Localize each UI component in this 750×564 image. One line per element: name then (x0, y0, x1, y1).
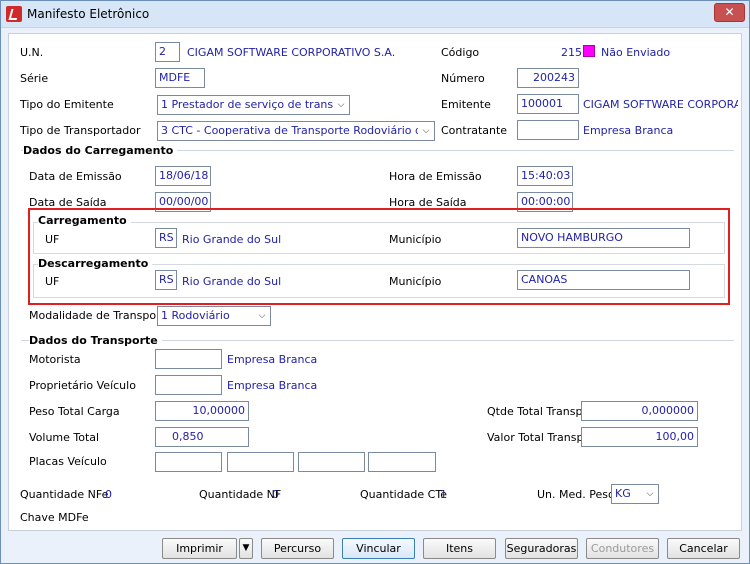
qtd-nfe-value: 0 (105, 488, 112, 501)
manifesto-window: Manifesto Eletrônico ✕ U.N. 2 CIGAM SOFT… (0, 0, 750, 564)
qtd-nf-value: 0 (272, 488, 279, 501)
motorista-code-input[interactable] (155, 349, 222, 369)
chevron-down-icon[interactable]: ⌵ (418, 122, 434, 140)
contratante-name: Empresa Branca (583, 124, 674, 137)
qtd-cte-label: Quantidade CTe (360, 488, 447, 501)
motorista-name: Empresa Branca (227, 353, 318, 366)
tipo-transportador-label: Tipo de Transportador (20, 124, 141, 137)
volume-input[interactable]: 0,850 (155, 427, 249, 447)
status-color-indicator (583, 45, 595, 57)
imprimir-menu-button[interactable]: ▼ (239, 538, 253, 559)
qtd-nfe-label: Quantidade NFe (20, 488, 109, 501)
window-title: Manifesto Eletrônico (27, 7, 150, 21)
un-code-input[interactable]: 2 (155, 42, 180, 62)
un-med-label: Un. Med. Peso (537, 488, 615, 501)
itens-button[interactable]: Itens (423, 538, 496, 559)
condutores-button[interactable]: Condutores (586, 538, 659, 559)
un-label: U.N. (20, 46, 44, 59)
placa-input-1[interactable] (155, 452, 222, 472)
qtde-input[interactable]: 0,000000 (581, 401, 698, 421)
proprietario-code-input[interactable] (155, 375, 222, 395)
carregamento-section-title: Dados do Carregamento (23, 144, 178, 157)
hora-emissao-input[interactable]: 15:40:03 (517, 166, 573, 186)
chevron-down-icon[interactable]: ⌵ (254, 307, 270, 325)
codigo-value: 215 (561, 46, 582, 59)
modalidade-value: 1 Rodoviário (161, 309, 230, 322)
descarregamento-title: Descarregamento (38, 257, 153, 270)
data-emissao-input[interactable]: 18/06/18 (155, 166, 211, 186)
data-emissao-label: Data de Emissão (29, 170, 122, 183)
title-bar: Manifesto Eletrônico ✕ (1, 1, 749, 28)
motorista-label: Motorista (29, 353, 81, 366)
volume-label: Volume Total (29, 431, 100, 444)
numero-label: Número (441, 72, 485, 85)
imprimir-button[interactable]: Imprimir (162, 538, 237, 559)
un-med-select[interactable]: KG ⌵ (611, 484, 659, 504)
modalidade-label: Modalidade de Transporte (29, 309, 172, 322)
un-name: CIGAM SOFTWARE CORPORATIVO S.A. (187, 46, 396, 59)
app-logo-icon (6, 6, 22, 22)
codigo-label: Código (441, 46, 480, 59)
tipo-emitente-select[interactable]: 1 Prestador de serviço de transporte ⌵ (157, 95, 350, 115)
status-text: Não Enviado (601, 46, 671, 59)
vincular-button[interactable]: Vincular (342, 538, 415, 559)
numero-input[interactable]: 200243 (517, 68, 579, 88)
carregamento-municipio-input[interactable]: NOVO HAMBURGO (517, 228, 690, 248)
peso-input[interactable]: 10,00000 (155, 401, 249, 421)
un-med-value: KG (615, 487, 631, 500)
descarregamento-municipio-input[interactable]: CANOAS (517, 270, 690, 290)
descarregamento-uf-name: Rio Grande do Sul (182, 275, 282, 288)
chevron-down-icon[interactable]: ⌵ (333, 96, 349, 114)
emitente-label: Emitente (441, 98, 491, 111)
close-button[interactable]: ✕ (714, 3, 745, 22)
placa-input-4[interactable] (368, 452, 436, 472)
proprietario-name: Empresa Branca (227, 379, 318, 392)
carregamento-municipio-label: Município (389, 233, 442, 246)
contratante-label: Contratante (441, 124, 508, 137)
proprietario-label: Proprietário Veículo (29, 379, 136, 392)
modalidade-select[interactable]: 1 Rodoviário ⌵ (157, 306, 271, 326)
tipo-transportador-select[interactable]: 3 CTC - Cooperativa de Transporte Rodovi… (157, 121, 435, 141)
chevron-down-icon[interactable]: ⌵ (642, 485, 658, 503)
carregamento-title: Carregamento (38, 214, 131, 227)
percurso-button[interactable]: Percurso (261, 538, 334, 559)
form-panel: U.N. 2 CIGAM SOFTWARE CORPORATIVO S.A. C… (8, 33, 742, 531)
peso-label: Peso Total Carga (29, 405, 120, 418)
placa-input-2[interactable] (227, 452, 294, 472)
qtd-nf-label: Quantidade NF (199, 488, 282, 501)
hora-emissao-label: Hora de Emissão (389, 170, 482, 183)
tipo-emitente-value: 1 Prestador de serviço de transporte (161, 98, 350, 111)
valor-label: Valor Total Transp. (487, 431, 587, 444)
descarregamento-uf-input[interactable]: RS (155, 270, 177, 290)
carregamento-uf-name: Rio Grande do Sul (182, 233, 282, 246)
dropdown-arrow-icon: ▼ (242, 543, 250, 553)
placa-input-3[interactable] (298, 452, 365, 472)
tipo-transportador-value: 3 CTC - Cooperativa de Transporte Rodovi… (161, 124, 434, 137)
serie-input[interactable]: MDFE (155, 68, 205, 88)
carregamento-uf-input[interactable]: RS (155, 228, 177, 248)
carregamento-uf-label: UF (45, 233, 60, 246)
emitente-name: CIGAM SOFTWARE CORPORATIVO (583, 98, 738, 111)
cancelar-button[interactable]: Cancelar (667, 538, 740, 559)
contratante-code-input[interactable] (517, 120, 579, 140)
serie-label: Série (20, 72, 49, 85)
tipo-emitente-label: Tipo do Emitente (20, 98, 114, 111)
qtde-label: Qtde Total Transp. (487, 405, 586, 418)
descarregamento-uf-label: UF (45, 275, 60, 288)
descarregamento-municipio-label: Município (389, 275, 442, 288)
seguradoras-button[interactable]: Seguradoras (505, 538, 578, 559)
chave-label: Chave MDFe (20, 511, 89, 524)
qtd-cte-value: 1 (440, 488, 447, 501)
valor-input[interactable]: 100,00 (581, 427, 698, 447)
transporte-section-title: Dados do Transporte (29, 334, 162, 347)
emitente-code-input[interactable]: 100001 (517, 94, 579, 114)
placas-label: Placas Veículo (29, 455, 107, 468)
